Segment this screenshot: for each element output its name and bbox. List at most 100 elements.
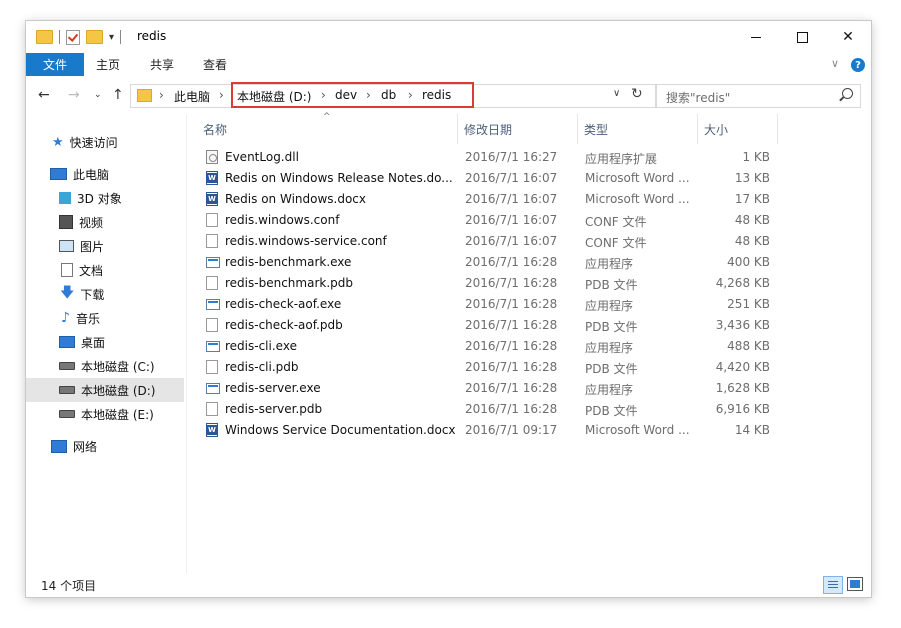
file-size: 4,268 KB [715, 276, 770, 290]
table-row[interactable]: redis-check-aof.pdb 2016/7/1 16:28 PDB 文件 3… [187, 315, 871, 336]
ribbon-tabs: 文件 主页 共享 查看 ∨ ? [26, 53, 871, 76]
nav-item-3d-objects[interactable]: 3D 对象 [26, 186, 184, 210]
file-icon [206, 360, 218, 374]
maximize-button[interactable] [779, 21, 825, 53]
table-row[interactable]: redis-cli.exe 2016/7/1 16:28 应用程序 488 KB [187, 336, 871, 357]
computer-icon [50, 168, 67, 180]
video-icon [59, 215, 73, 229]
nav-item-drive-c[interactable]: 本地磁盘 (C:) [26, 354, 184, 378]
table-row[interactable]: redis-server.pdb 2016/7/1 16:28 PDB 文件 6,91… [187, 399, 871, 420]
column-separator[interactable] [697, 114, 698, 144]
recent-locations-chevron-icon[interactable]: ⌄ [94, 90, 102, 100]
exe-icon [206, 383, 220, 394]
file-date: 2016/7/1 16:28 [465, 360, 558, 374]
nav-item-pictures[interactable]: 图片 [26, 234, 184, 258]
tab-share[interactable]: 共享 [150, 53, 174, 76]
expand-ribbon-chevron-icon[interactable]: ∨ [831, 57, 839, 70]
nav-item-label: 快速访问 [69, 135, 118, 150]
table-row[interactable]: Redis on Windows Release Notes.do... 2016… [187, 168, 871, 189]
music-note-icon: ♪ [61, 310, 70, 326]
file-name: Windows Service Documentation.docx [225, 423, 455, 437]
table-row[interactable]: redis-cli.pdb 2016/7/1 16:28 PDB 文件 4,420 K… [187, 357, 871, 378]
large-icons-view-icon[interactable] [847, 577, 863, 591]
file-icon [206, 318, 218, 332]
file-type: 应用程序 [585, 341, 634, 355]
address-dropdown-icon[interactable]: ∨ [613, 88, 620, 99]
table-row[interactable]: redis-server.exe 2016/7/1 16:28 应用程序 1,628 … [187, 378, 871, 399]
column-separator[interactable] [777, 114, 778, 144]
back-arrow-icon[interactable]: ← [38, 87, 50, 103]
star-icon: ★ [52, 134, 64, 150]
title-bar: ▾ redis ✕ [26, 21, 871, 53]
table-row[interactable]: redis.windows.conf 2016/7/1 16:07 CONF 文件 4… [187, 210, 871, 231]
tab-file[interactable]: 文件 [26, 53, 84, 76]
help-icon[interactable]: ? [851, 58, 865, 72]
folder-icon [137, 89, 152, 102]
nav-item-label: 图片 [80, 239, 105, 254]
exe-icon [206, 257, 220, 268]
nav-item-drive-e[interactable]: 本地磁盘 (E:) [26, 402, 184, 426]
details-view-icon[interactable] [823, 576, 843, 594]
file-date: 2016/7/1 16:28 [465, 255, 558, 269]
file-date: 2016/7/1 16:27 [465, 150, 558, 164]
file-type: 应用程序 [585, 257, 634, 271]
file-type: 应用程序扩展 [585, 152, 658, 166]
tab-view[interactable]: 查看 [203, 53, 227, 76]
minimize-icon [751, 36, 761, 38]
search-icon[interactable] [842, 88, 853, 99]
close-button[interactable]: ✕ [825, 21, 871, 53]
chevron-right-icon[interactable]: › [219, 88, 224, 102]
nav-item-quick-access[interactable]: ★ 快速访问 [26, 130, 184, 154]
nav-item-downloads[interactable]: 🡇 下载 [26, 282, 184, 306]
table-row[interactable]: EventLog.dll 2016/7/1 16:27 应用程序扩展 1 KB [187, 147, 871, 168]
customize-toolbar-dropdown-icon[interactable]: ▾ [109, 32, 114, 43]
file-size: 14 KB [734, 423, 770, 437]
table-row[interactable]: redis-check-aof.exe 2016/7/1 16:28 应用程序 251… [187, 294, 871, 315]
file-date: 2016/7/1 16:28 [465, 339, 558, 353]
file-size: 48 KB [734, 213, 770, 227]
column-header-name[interactable]: 名称 [203, 114, 453, 144]
column-header-type[interactable]: 类型 [584, 114, 694, 144]
nav-item-this-pc[interactable]: 此电脑 [26, 162, 184, 186]
nav-item-videos[interactable]: 视频 [26, 210, 184, 234]
file-name: redis.windows.conf [225, 213, 340, 227]
file-date: 2016/7/1 16:28 [465, 402, 558, 416]
nav-item-network[interactable]: 网络 [26, 434, 184, 458]
nav-item-drive-d[interactable]: 本地磁盘 (D:) [26, 378, 184, 402]
table-row[interactable]: redis-benchmark.exe 2016/7/1 16:28 应用程序 400… [187, 252, 871, 273]
forward-arrow-icon[interactable]: → [68, 87, 80, 103]
file-type: CONF 文件 [585, 236, 647, 250]
nav-item-label: 文档 [79, 263, 104, 278]
chevron-right-icon[interactable]: › [159, 88, 164, 102]
column-header-size[interactable]: 大小 [704, 114, 774, 144]
breadcrumb-this-pc[interactable]: 此电脑 [174, 88, 210, 105]
file-date: 2016/7/1 16:28 [465, 297, 558, 311]
table-row[interactable]: redis.windows-service.conf 2016/7/1 16:07… [187, 231, 871, 252]
up-arrow-icon[interactable]: ↑ [112, 87, 124, 103]
quick-access-toolbar: ▾ [36, 28, 122, 46]
file-date: 2016/7/1 16:28 [465, 318, 558, 332]
address-bar[interactable]: › 此电脑 › 本地磁盘 (D:) › dev › db › redis ∨ ↻ [130, 82, 656, 108]
table-row[interactable]: Redis on Windows.docx 2016/7/1 16:07 Micro… [187, 189, 871, 210]
tab-home[interactable]: 主页 [96, 53, 120, 76]
file-size: 6,916 KB [715, 402, 770, 416]
column-separator[interactable] [457, 114, 458, 144]
status-bar: 14 个项目 [26, 574, 871, 597]
minimize-button[interactable] [733, 21, 779, 53]
properties-icon[interactable] [66, 29, 80, 45]
column-separator[interactable] [577, 114, 578, 144]
table-row[interactable]: Windows Service Documentation.docx 2016/7… [187, 420, 871, 441]
table-row[interactable]: redis-benchmark.pdb 2016/7/1 16:28 PDB 文件 4… [187, 273, 871, 294]
nav-item-music[interactable]: ♪ 音乐 [26, 306, 184, 330]
nav-item-desktop[interactable]: 桌面 [26, 330, 184, 354]
column-header-date[interactable]: 修改日期 [464, 114, 579, 144]
file-type: PDB 文件 [585, 278, 638, 292]
file-name: redis-cli.exe [225, 339, 297, 353]
nav-item-documents[interactable]: 文档 [26, 258, 184, 282]
new-folder-icon[interactable] [86, 30, 103, 44]
file-size: 1,628 KB [715, 381, 770, 395]
refresh-icon[interactable]: ↻ [631, 86, 643, 102]
nav-item-label: 桌面 [81, 335, 106, 350]
file-type: Microsoft Word ... [585, 171, 690, 185]
search-box[interactable]: 搜索"redis" [656, 84, 861, 108]
